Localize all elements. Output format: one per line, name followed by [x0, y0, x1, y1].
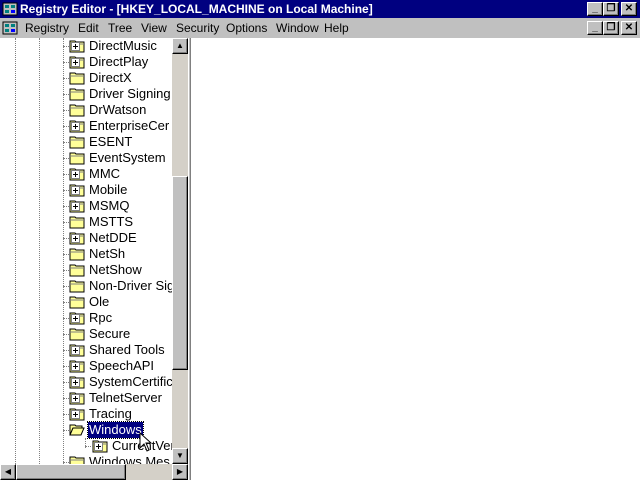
tree-node-label: Rpc — [89, 310, 113, 325]
menu-help[interactable]: Help — [324, 21, 349, 35]
tree-guide-line — [15, 38, 16, 464]
tree-node-label: Windows — [87, 421, 144, 439]
registry-editor-icon[interactable] — [2, 1, 18, 17]
menu-registry[interactable]: Registry — [25, 21, 69, 35]
tree-node-label: Secure — [89, 326, 131, 341]
tree-node-label: Tracing — [89, 406, 132, 421]
values-pane[interactable] — [191, 38, 640, 480]
tree-node-label: ESENT — [89, 134, 133, 149]
scroll-right-button[interactable]: ▶ — [172, 464, 188, 480]
title-bar[interactable]: Registry Editor - [HKEY_LOCAL_MACHINE on… — [0, 0, 640, 18]
tree-node-label: EventSystem — [89, 150, 166, 165]
tree-node-label: Windows Mes — [89, 454, 170, 464]
menu-options[interactable]: Options — [226, 21, 267, 35]
tree-node-label: Ole — [89, 294, 110, 309]
expand-plus-icon[interactable] — [71, 122, 80, 131]
child-window-icon[interactable] — [2, 20, 18, 36]
maximize-button[interactable]: ❐ — [603, 2, 619, 16]
tree-node-label: TelnetServer — [89, 390, 162, 405]
tree-node-label: MMC — [89, 166, 121, 181]
child-minimize-button[interactable]: _ — [587, 21, 603, 35]
expand-plus-icon[interactable] — [71, 234, 80, 243]
expand-plus-icon[interactable] — [71, 186, 80, 195]
vertical-scroll-thumb[interactable] — [172, 176, 188, 370]
expand-plus-icon[interactable] — [71, 202, 80, 211]
expand-plus-icon[interactable] — [94, 442, 103, 451]
folder-icon — [69, 88, 85, 101]
expand-plus-icon[interactable] — [71, 394, 80, 403]
close-button[interactable]: ✕ — [621, 2, 637, 16]
tree-node-label: Shared Tools — [89, 342, 165, 357]
expand-plus-icon[interactable] — [71, 42, 80, 51]
mouse-cursor-icon — [139, 432, 153, 452]
tree-node-label: Non-Driver Sig — [89, 278, 175, 293]
scroll-up-button[interactable]: ▲ — [172, 38, 188, 54]
tree-guide-line — [39, 38, 40, 464]
tree-node-label: Mobile — [89, 182, 128, 197]
expand-plus-icon[interactable] — [71, 362, 80, 371]
tree-node-label: DirectMusic — [89, 38, 157, 53]
expand-plus-icon[interactable] — [71, 314, 80, 323]
child-close-button[interactable]: ✕ — [621, 21, 637, 35]
scroll-down-button[interactable]: ▼ — [172, 448, 188, 464]
child-maximize-button[interactable]: ❐ — [603, 21, 619, 35]
tree-node-label: DirectX — [89, 70, 132, 85]
tree-node-label: EnterpriseCer — [89, 118, 170, 133]
tree-node-label: NetDDE — [89, 230, 137, 245]
menu-window[interactable]: Window — [276, 21, 319, 35]
scroll-left-button[interactable]: ◀ — [0, 464, 16, 480]
minimize-button[interactable]: _ — [587, 2, 603, 16]
open-folder-icon — [69, 424, 85, 436]
tree-node-label: MSTTS — [89, 214, 134, 229]
menu-tree[interactable]: Tree — [108, 21, 132, 35]
tree-guide-line — [63, 38, 64, 464]
folder-icon — [69, 328, 85, 341]
horizontal-scroll-thumb[interactable] — [16, 464, 126, 480]
tree-node-label: SpeechAPI — [89, 358, 155, 373]
folder-icon — [69, 216, 85, 229]
menu-view[interactable]: View — [141, 21, 167, 35]
folder-icon — [69, 280, 85, 293]
tree-node-label: Driver Signing — [89, 86, 171, 101]
expand-plus-icon[interactable] — [71, 410, 80, 419]
expand-plus-icon[interactable] — [71, 378, 80, 387]
folder-icon — [69, 72, 85, 85]
folder-icon — [69, 152, 85, 165]
tree-vertical-scrollbar[interactable]: ▲ ▼ — [172, 38, 188, 464]
expand-plus-icon[interactable] — [71, 170, 80, 179]
folder-icon — [69, 264, 85, 277]
tree-horizontal-scrollbar[interactable]: ◀ ▶ — [0, 464, 188, 480]
tree-node-label: NetShow — [89, 262, 142, 277]
tree-node-label: DrWatson — [89, 102, 147, 117]
tree-branch-line — [85, 446, 91, 447]
tree-node-label: DirectPlay — [89, 54, 149, 69]
folder-icon — [69, 136, 85, 149]
folder-icon — [69, 296, 85, 309]
menu-edit[interactable]: Edit — [78, 21, 99, 35]
window-title: Registry Editor - [HKEY_LOCAL_MACHINE on… — [20, 2, 373, 16]
tree-node-label: MSMQ — [89, 198, 130, 213]
expand-plus-icon[interactable] — [71, 58, 80, 67]
folder-icon — [69, 456, 85, 464]
expand-plus-icon[interactable] — [71, 346, 80, 355]
menu-bar: Registry Edit Tree View Security Options… — [0, 18, 640, 38]
tree-node-label: NetSh — [89, 246, 126, 261]
folder-icon — [69, 104, 85, 117]
key-tree-pane[interactable]: DirectMusic DirectPlay DirectX Driver Signi… — [0, 38, 188, 464]
folder-icon — [69, 248, 85, 261]
menu-security[interactable]: Security — [176, 21, 219, 35]
tree-node-label: SystemCertific — [89, 374, 173, 389]
